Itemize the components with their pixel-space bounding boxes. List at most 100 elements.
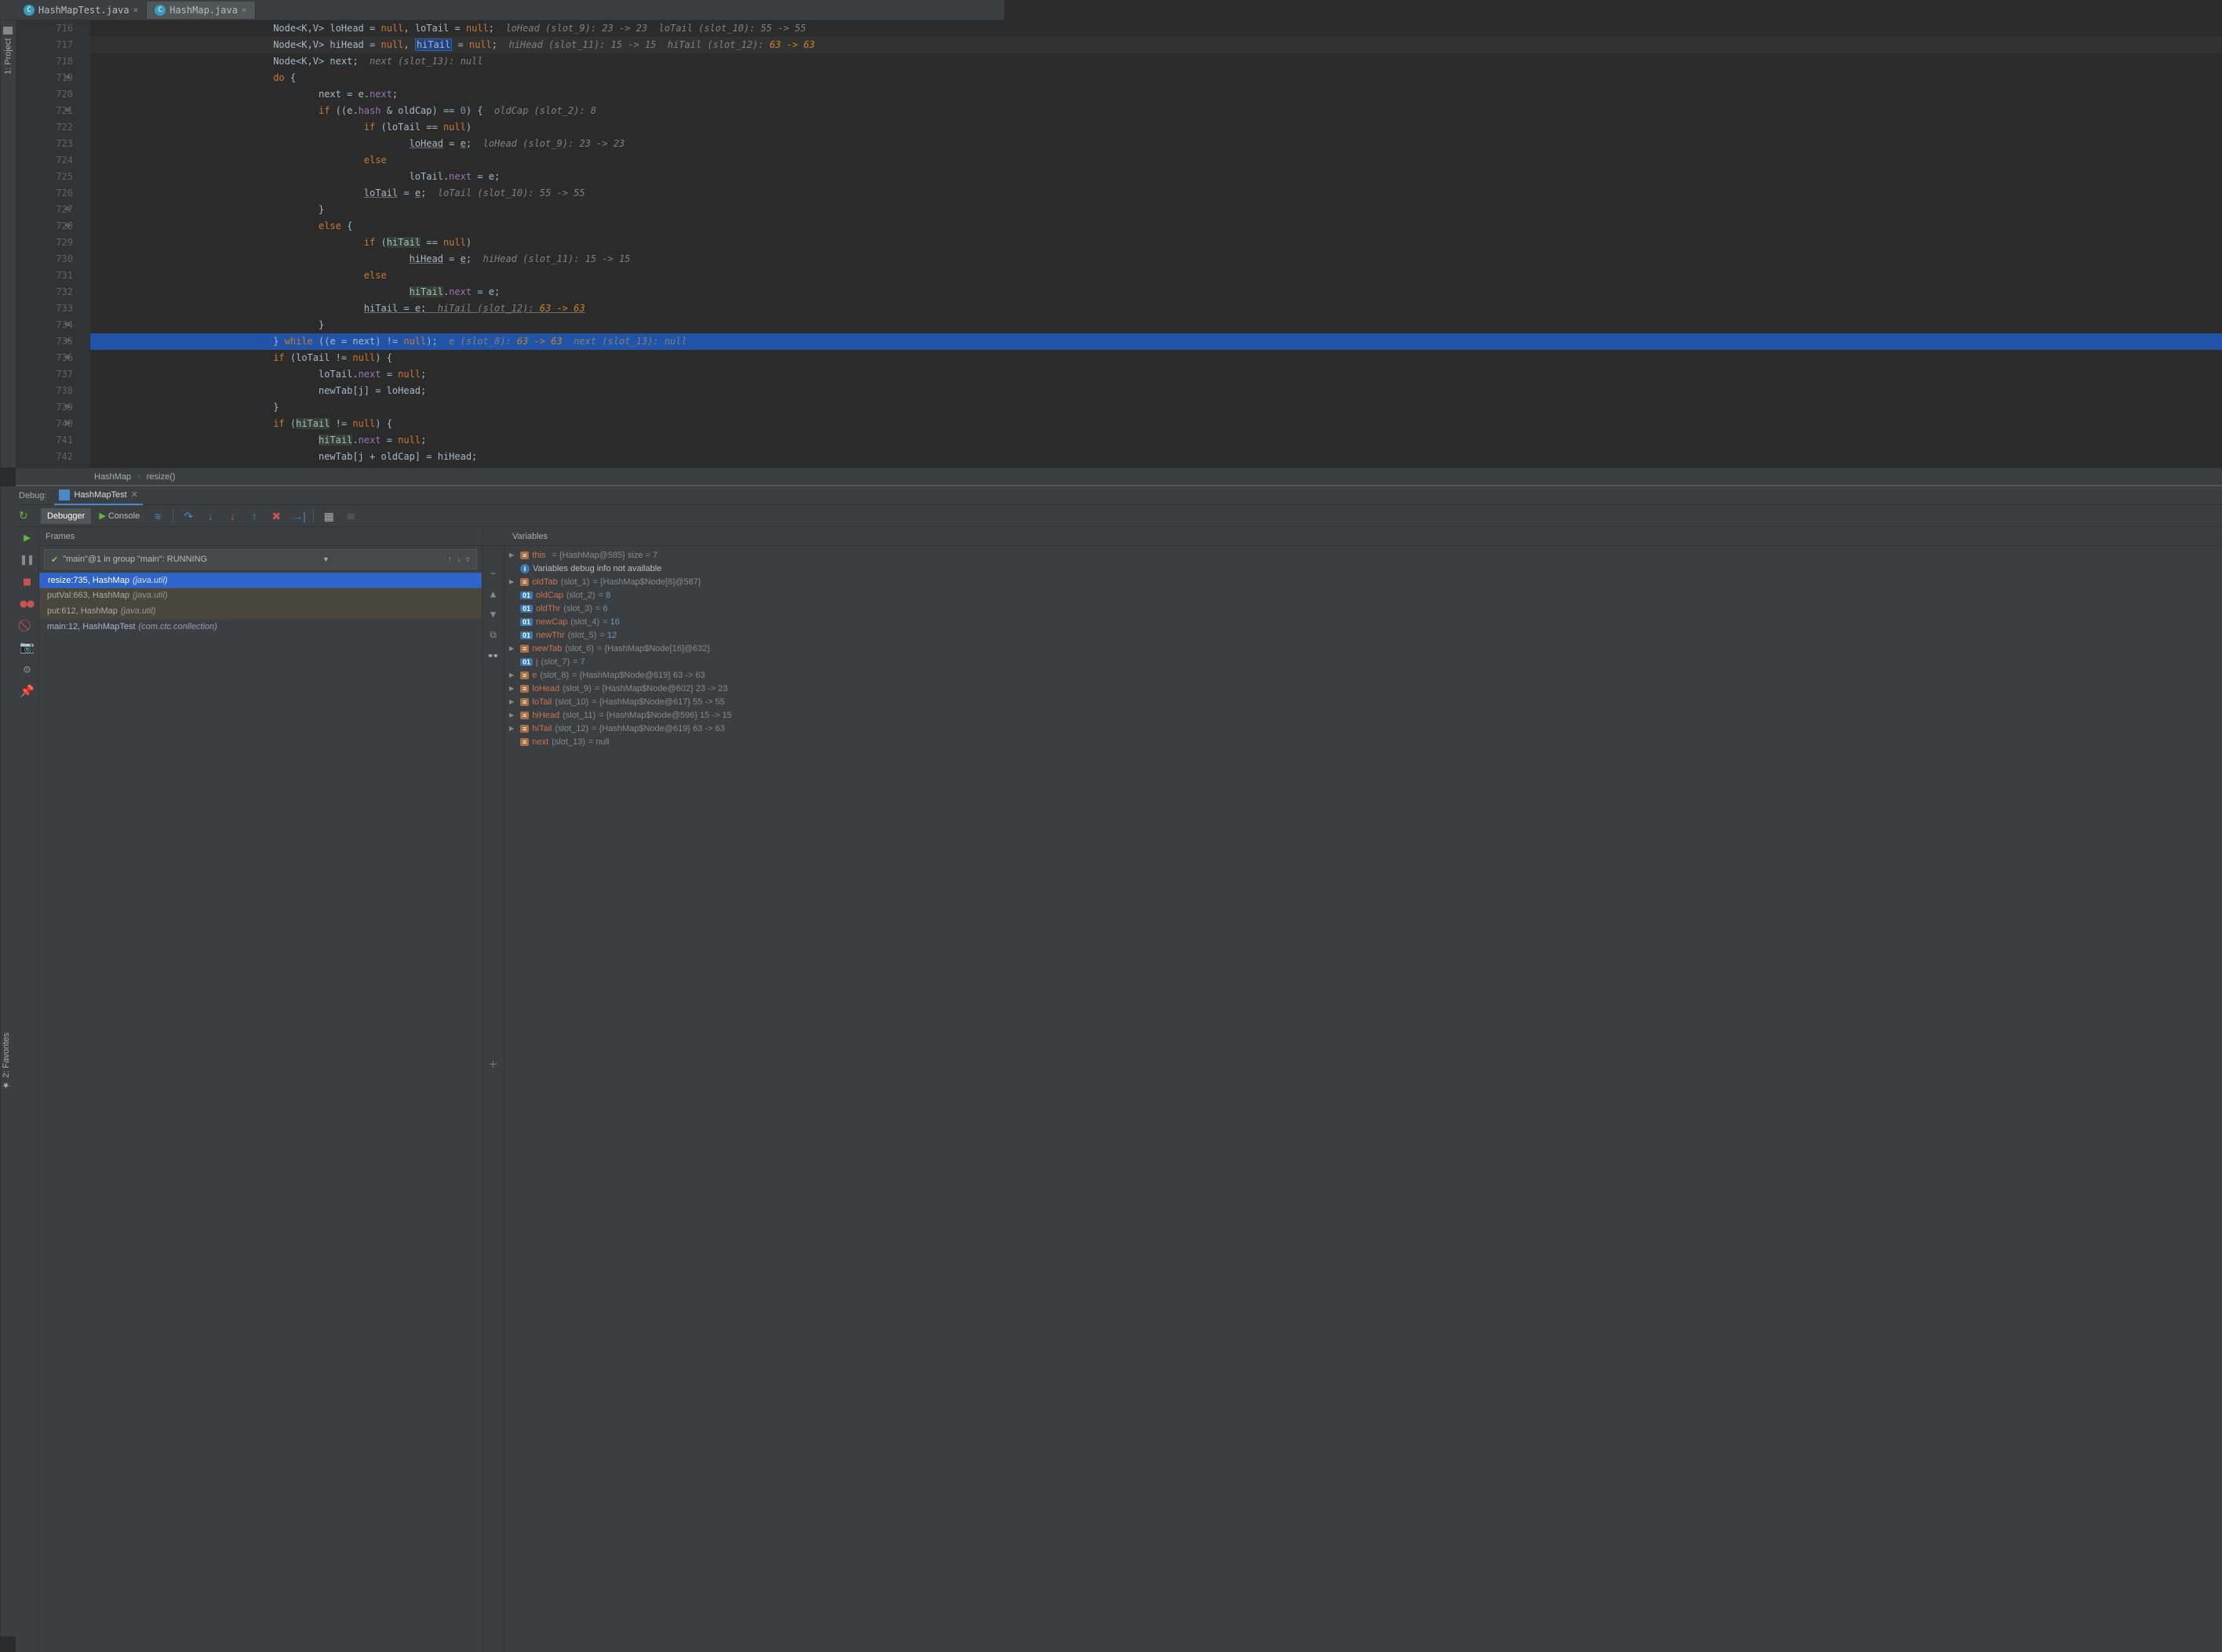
line-number[interactable]: 737 [16, 366, 73, 383]
code-line[interactable]: newTab[j] = loHead; [90, 383, 2222, 399]
line-number[interactable]: 733 [16, 300, 73, 317]
code-line[interactable]: hiTail.next = null; [90, 432, 2222, 449]
code-line[interactable]: hiTail = e; hiTail (slot_12): 63 -> 63 [90, 300, 2222, 317]
code-line[interactable]: if (loTail != null) { [90, 350, 2222, 366]
variable-row[interactable]: ≡ next (slot_13) = null [506, 735, 2220, 748]
variable-row[interactable]: iVariables debug info not available [506, 562, 2220, 575]
debug-config-tab[interactable]: HashMapTest ✕ [54, 486, 142, 505]
line-number[interactable]: 728⊖ [16, 218, 73, 235]
prev-frame-icon[interactable]: ↑ [447, 555, 452, 565]
line-number[interactable]: 734⊖ [16, 317, 73, 333]
code-line[interactable]: else [90, 152, 2222, 169]
editor[interactable]: 716717718719⊖720721⊖722723724725726727⊖7… [16, 20, 2222, 468]
pin-icon[interactable]: 📌 [20, 684, 35, 698]
variable-row[interactable]: ▶≡ loHead (slot_9) = {HashMap$Node@602} … [506, 682, 2220, 695]
chevron-down-icon[interactable]: ▼ [322, 555, 330, 563]
variable-row[interactable]: ▶≡ hiHead (slot_11) = {HashMap$Node@596}… [506, 708, 2220, 722]
force-step-into-icon[interactable]: ↓ [226, 510, 239, 522]
variable-row[interactable]: ▶≡ this = {HashMap@585} size = 7 [506, 548, 2220, 562]
stack-frame[interactable]: resize:735, HashMap (java.util) [39, 573, 482, 588]
code-line[interactable]: loTail.next = e; [90, 169, 2222, 185]
code-line[interactable]: Node<K,V> hiHead = null, hiTail = null; … [90, 37, 2222, 53]
code-line[interactable]: if (loTail == null) [90, 119, 2222, 136]
line-number[interactable]: 730 [16, 251, 73, 267]
variable-row[interactable]: 01 newCap (slot_4) = 16 [506, 615, 2220, 628]
code-line[interactable]: if (hiTail != null) { [90, 416, 2222, 432]
variable-row[interactable]: ▶≡ e (slot_8) = {HashMap$Node@619} 63 ->… [506, 668, 2220, 682]
variable-row[interactable]: 01 newThr (slot_5) = 12 [506, 628, 2220, 642]
code-line[interactable]: next = e.next; [90, 86, 2222, 103]
close-icon[interactable]: ✕ [131, 489, 138, 500]
line-number[interactable]: 741 [16, 432, 73, 449]
line-number[interactable]: 739⊖ [16, 399, 73, 416]
line-number[interactable]: 742 [16, 449, 73, 465]
close-icon[interactable]: ✕ [242, 5, 247, 15]
code-area[interactable]: Node<K,V> loHead = null, loTail = null; … [90, 20, 2222, 468]
step-over-icon[interactable]: ↷ [182, 510, 195, 522]
code-line[interactable]: } while ((e = next) != null); e (slot_8)… [90, 333, 2222, 350]
line-number[interactable]: 726 [16, 185, 73, 202]
console-tab[interactable]: ▶ Console [93, 508, 146, 524]
settings-icon[interactable]: ⚙ [24, 662, 31, 676]
variable-row[interactable]: 01 oldThr (slot_3) = 6 [506, 602, 2220, 615]
down-icon[interactable]: ▼ [490, 609, 496, 620]
breadcrumb-class[interactable]: HashMap [94, 472, 131, 482]
line-number[interactable]: 738 [16, 383, 73, 399]
code-line[interactable]: else { [90, 218, 2222, 235]
stop-icon[interactable]: ■ [24, 574, 31, 588]
breadcrumb[interactable]: HashMap › resize() [16, 468, 2222, 485]
code-line[interactable]: do { [90, 70, 2222, 86]
remove-watch-icon[interactable]: − [490, 568, 496, 579]
drop-frame-icon[interactable]: ✖ [270, 510, 282, 522]
code-line[interactable]: Node<K,V> loHead = null, loTail = null; … [90, 20, 2222, 37]
code-line[interactable]: hiHead = e; hiHead (slot_11): 15 -> 15 [90, 251, 2222, 267]
code-line[interactable]: loHead = e; loHead (slot_9): 23 -> 23 [90, 136, 2222, 152]
code-line[interactable]: if ((e.hash & oldCap) == 0) { oldCap (sl… [90, 103, 2222, 119]
stack-frame[interactable]: put:612, HashMap (java.util) [39, 604, 482, 620]
tool-window-project[interactable]: 1: Project [0, 20, 16, 468]
code-line[interactable]: } [90, 317, 2222, 333]
pause-icon[interactable]: ❚❚ [20, 552, 34, 566]
tab-hashmap[interactable]: C HashMap.java ✕ [147, 2, 255, 19]
code-line[interactable]: newTab[j + oldCap] = hiHead; [90, 449, 2222, 465]
line-number[interactable]: 717 [16, 37, 73, 53]
line-number[interactable]: 718 [16, 53, 73, 70]
variable-row[interactable]: 01 j (slot_7) = 7 [506, 655, 2220, 668]
run-to-cursor-icon[interactable]: →| [292, 510, 304, 522]
line-number[interactable]: 727⊖ [16, 202, 73, 218]
breakpoints-icon[interactable]: ●● [20, 596, 34, 610]
show-watches-icon[interactable]: 👓 [487, 650, 499, 661]
line-number[interactable]: 732 [16, 284, 73, 300]
step-into-icon[interactable]: ↓ [204, 510, 217, 522]
evaluate-icon[interactable]: ▦ [322, 510, 335, 522]
line-number[interactable]: 724 [16, 152, 73, 169]
step-out-icon[interactable]: ↑ [248, 510, 260, 522]
line-number[interactable]: 723 [16, 136, 73, 152]
rerun-icon[interactable]: ↻ [19, 509, 28, 522]
variable-row[interactable]: 01 oldCap (slot_2) = 8 [506, 588, 2220, 602]
line-number[interactable]: 716 [16, 20, 73, 37]
variable-row[interactable]: ▶≡ loTail (slot_10) = {HashMap$Node@617}… [506, 695, 2220, 708]
line-number[interactable]: 720 [16, 86, 73, 103]
code-line[interactable]: } [90, 202, 2222, 218]
line-number[interactable]: 721⊖ [16, 103, 73, 119]
line-number[interactable]: 719⊖ [16, 70, 73, 86]
variable-row[interactable]: ▶≡ oldTab (slot_1) = {HashMap$Node[8]@58… [506, 575, 2220, 588]
line-number[interactable]: 740⊖ [16, 416, 73, 432]
code-line[interactable]: Node<K,V> next; next (slot_13): null [90, 53, 2222, 70]
filter-icon[interactable]: ▿ [465, 555, 470, 565]
line-number[interactable]: 729 [16, 235, 73, 251]
up-icon[interactable]: ▲ [490, 588, 496, 599]
code-line[interactable]: } [90, 399, 2222, 416]
stack-frame[interactable]: putVal:663, HashMap (java.util) [39, 588, 482, 604]
threads-icon[interactable]: ≡ [151, 510, 164, 522]
close-icon[interactable]: ✕ [133, 5, 139, 15]
resume-icon[interactable]: ▶ [24, 530, 31, 544]
new-watch-icon[interactable]: ＋ [488, 1057, 497, 1071]
thread-selector[interactable]: ✔ "main"@1 in group "main": RUNNING ▼ ↑↓… [44, 549, 477, 569]
line-number[interactable]: 736⊖ [16, 350, 73, 366]
code-line[interactable]: loTail.next = null; [90, 366, 2222, 383]
stack-frame[interactable]: main:12, HashMapTest (com.ctc.conllectio… [39, 620, 482, 635]
favorites-tool[interactable]: ★ 2: Favorites [1, 1032, 11, 1090]
breadcrumb-method[interactable]: resize() [147, 472, 176, 482]
